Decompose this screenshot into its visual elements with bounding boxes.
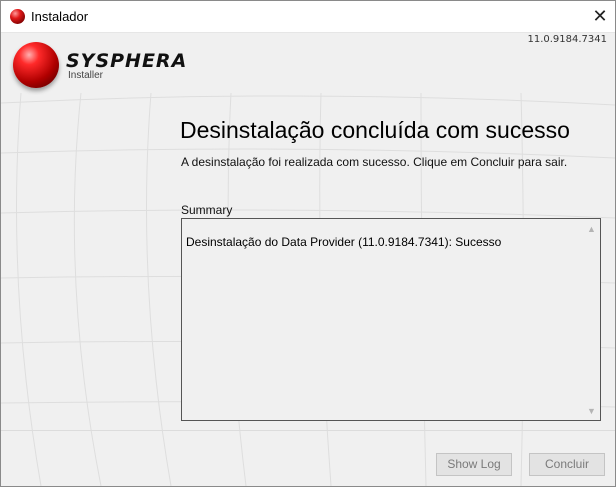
summary-label: Summary: [181, 203, 233, 217]
page-title: Desinstalação concluída com sucesso: [180, 117, 570, 143]
close-button[interactable]: ✕: [585, 1, 615, 32]
sysphera-ball-icon: [10, 9, 25, 24]
show-log-button[interactable]: Show Log: [436, 453, 512, 476]
finish-button[interactable]: Concluir: [529, 453, 605, 476]
page-subtitle: A desinstalação foi realizada com sucess…: [181, 155, 568, 169]
summary-entry: Desinstalação do Data Provider (11.0.918…: [186, 235, 502, 249]
window-title: Instalador: [31, 9, 89, 24]
brand-name: SYSPHERA: [66, 50, 188, 72]
sysphera-logo-icon: [13, 42, 59, 88]
chevron-down-icon[interactable]: ▼: [583, 403, 600, 420]
brand-subtitle: Installer: [68, 70, 104, 81]
footer-divider: [1, 430, 615, 431]
chevron-up-icon[interactable]: ▲: [583, 221, 600, 238]
installer-window: Instalador ✕ 11.0.9184.7341 SYSPHERA Ins…: [0, 0, 616, 487]
title-bar[interactable]: Instalador ✕: [1, 1, 615, 33]
version-label: 11.0.9184.7341: [527, 34, 607, 45]
summary-textbox[interactable]: Desinstalação do Data Provider (11.0.918…: [181, 218, 601, 421]
installer-content: 11.0.9184.7341 SYSPHERA Installer Desins…: [1, 33, 615, 486]
summary-scrollbar[interactable]: ▲ ▼: [583, 219, 600, 420]
